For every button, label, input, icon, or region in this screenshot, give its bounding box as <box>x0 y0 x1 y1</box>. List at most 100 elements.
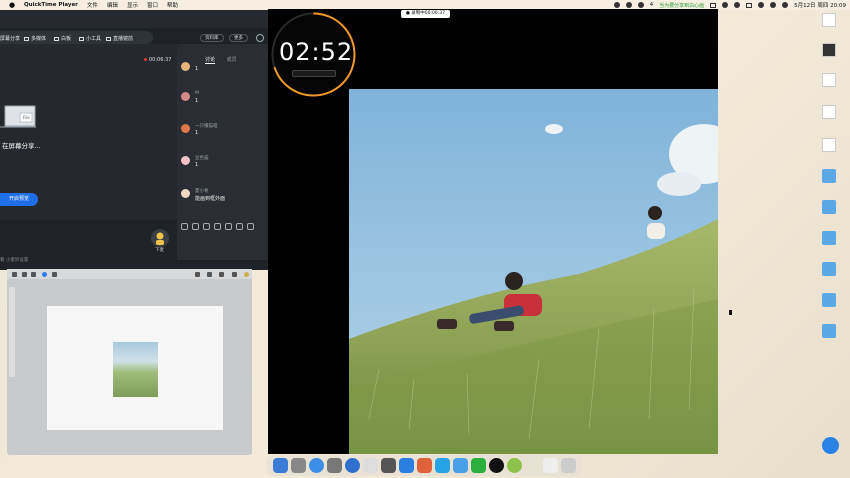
screen-share-illustration: File <box>0 105 36 128</box>
chat-bubble-icon[interactable] <box>822 437 839 454</box>
launchpad-icon[interactable] <box>291 458 306 473</box>
bottom-left-controls[interactable]: 看 小麦听设置 <box>0 257 28 263</box>
tab-discussion[interactable]: 讨论 <box>205 57 216 64</box>
tool-whiteboard[interactable]: 白板 <box>54 35 71 42</box>
grid-icon[interactable] <box>710 2 717 8</box>
app-icon[interactable] <box>435 458 450 473</box>
notes-icon[interactable] <box>363 458 378 473</box>
desktop-file-icon[interactable] <box>822 105 836 119</box>
tool-media[interactable]: 多媒体 <box>24 35 46 42</box>
record-dot-icon <box>144 58 147 61</box>
wechat-badge: 4 <box>649 2 654 8</box>
smudge-icon[interactable] <box>207 272 212 277</box>
status-icon[interactable] <box>625 2 632 8</box>
downloads-icon[interactable] <box>543 458 558 473</box>
clock-app-icon[interactable] <box>345 458 360 473</box>
clock-icon[interactable] <box>225 223 232 230</box>
tool-label: 小工具 <box>86 36 102 42</box>
avatar <box>181 189 190 198</box>
chat-tabs: 讨论 成员 <box>205 56 237 64</box>
desktop-file-icon[interactable] <box>822 73 836 87</box>
tool-label: 直播镜前 <box>113 36 134 42</box>
gallery-icon[interactable] <box>12 272 17 277</box>
tool-screen-share[interactable]: 屏幕分享 <box>0 35 20 42</box>
trash-icon[interactable] <box>561 458 576 473</box>
quicktime-icon[interactable] <box>327 458 342 473</box>
battery-icon[interactable] <box>746 2 753 8</box>
desktop-file-icon[interactable] <box>822 13 836 27</box>
image-icon[interactable] <box>214 223 221 230</box>
menu-window[interactable]: 窗口 <box>147 1 158 9</box>
desktop-file-icon[interactable] <box>822 138 836 152</box>
chat-author: 一只懂猫喵 <box>195 124 218 129</box>
wrench-icon[interactable] <box>22 272 27 277</box>
chat-message-text: 1 <box>195 162 199 168</box>
status-text[interactable]: 当为要分享到白心画 <box>659 2 704 9</box>
status-icon[interactable] <box>722 2 729 8</box>
library-button[interactable]: 资料库 <box>200 34 224 42</box>
menu-help[interactable]: 帮助 <box>167 1 178 9</box>
camera-icon <box>106 36 111 41</box>
clock[interactable]: 5月12日 周四 20:09 <box>794 1 846 9</box>
magic-icon[interactable] <box>31 272 36 277</box>
recording-pill[interactable]: ● 录制中00:06:37 <box>401 10 450 18</box>
menu-file[interactable]: 文件 <box>87 1 98 9</box>
brush-icon[interactable] <box>195 272 200 277</box>
tool-camera[interactable]: 直播镜前 <box>106 35 133 42</box>
wifi-icon[interactable] <box>758 2 765 8</box>
desktop-folder-icon[interactable] <box>822 293 836 307</box>
layers-icon[interactable] <box>232 272 237 277</box>
eraser-icon[interactable] <box>219 272 224 277</box>
color-picker-icon[interactable] <box>244 272 249 277</box>
emoji-icon[interactable] <box>192 223 199 230</box>
settings-icon[interactable] <box>256 34 264 42</box>
tab-members[interactable]: 成员 <box>227 57 237 63</box>
host-label[interactable]: 下麦 <box>155 247 164 253</box>
start-preview-button[interactable]: 开启预览 <box>0 193 38 206</box>
chat-message-text: 1 <box>195 98 199 104</box>
image-icon[interactable] <box>203 223 210 230</box>
desktop-folder-icon[interactable] <box>822 324 836 338</box>
desktop-folder-icon[interactable] <box>822 200 836 214</box>
status-icon[interactable] <box>734 2 741 8</box>
apple-icon[interactable]: ● <box>8 1 16 9</box>
screenshot-icon[interactable] <box>236 223 243 230</box>
countdown-timer: 02:52 <box>279 38 354 66</box>
qq-icon[interactable] <box>489 458 504 473</box>
more-button[interactable]: 更多 <box>229 34 248 42</box>
desktop-file-icon[interactable] <box>822 43 836 57</box>
finder-icon[interactable] <box>273 458 288 473</box>
meeting-titlebar <box>0 10 269 28</box>
control-center-icon[interactable] <box>782 2 789 8</box>
menu-view[interactable]: 显示 <box>127 1 138 9</box>
safari-icon[interactable] <box>309 458 324 473</box>
pen-app-icon[interactable] <box>381 458 396 473</box>
menu-edit[interactable]: 编辑 <box>107 1 118 9</box>
chat-message-text: 1 <box>195 130 199 136</box>
menu-app-name[interactable]: QuickTime Player <box>24 2 78 8</box>
message-icon[interactable] <box>247 223 254 230</box>
flower-icon[interactable] <box>181 223 188 230</box>
app-icon[interactable] <box>453 458 468 473</box>
status-icon[interactable] <box>613 2 620 8</box>
host-avatar[interactable] <box>151 229 169 247</box>
desktop-folder-icon[interactable] <box>822 262 836 276</box>
move-icon[interactable] <box>52 272 57 277</box>
avatar <box>181 62 190 71</box>
folder-stack-icon[interactable] <box>525 458 540 473</box>
chat-author: 豆色猫 <box>195 156 209 161</box>
wechat-icon[interactable] <box>637 2 644 8</box>
brush-size-slider[interactable] <box>9 287 15 377</box>
app-icon[interactable] <box>507 458 522 473</box>
app-icon[interactable] <box>417 458 432 473</box>
wechat-icon[interactable] <box>471 458 486 473</box>
desktop-folder-icon[interactable] <box>822 231 836 245</box>
select-icon[interactable] <box>42 272 47 277</box>
chat-author: 夏小希 <box>195 189 209 194</box>
browser-icon[interactable] <box>399 458 414 473</box>
desktop-folder-icon[interactable] <box>822 169 836 183</box>
timer-control[interactable] <box>292 70 336 77</box>
avatar <box>181 92 190 101</box>
search-icon[interactable] <box>770 2 777 8</box>
tool-tools[interactable]: 小工具 <box>79 35 101 42</box>
